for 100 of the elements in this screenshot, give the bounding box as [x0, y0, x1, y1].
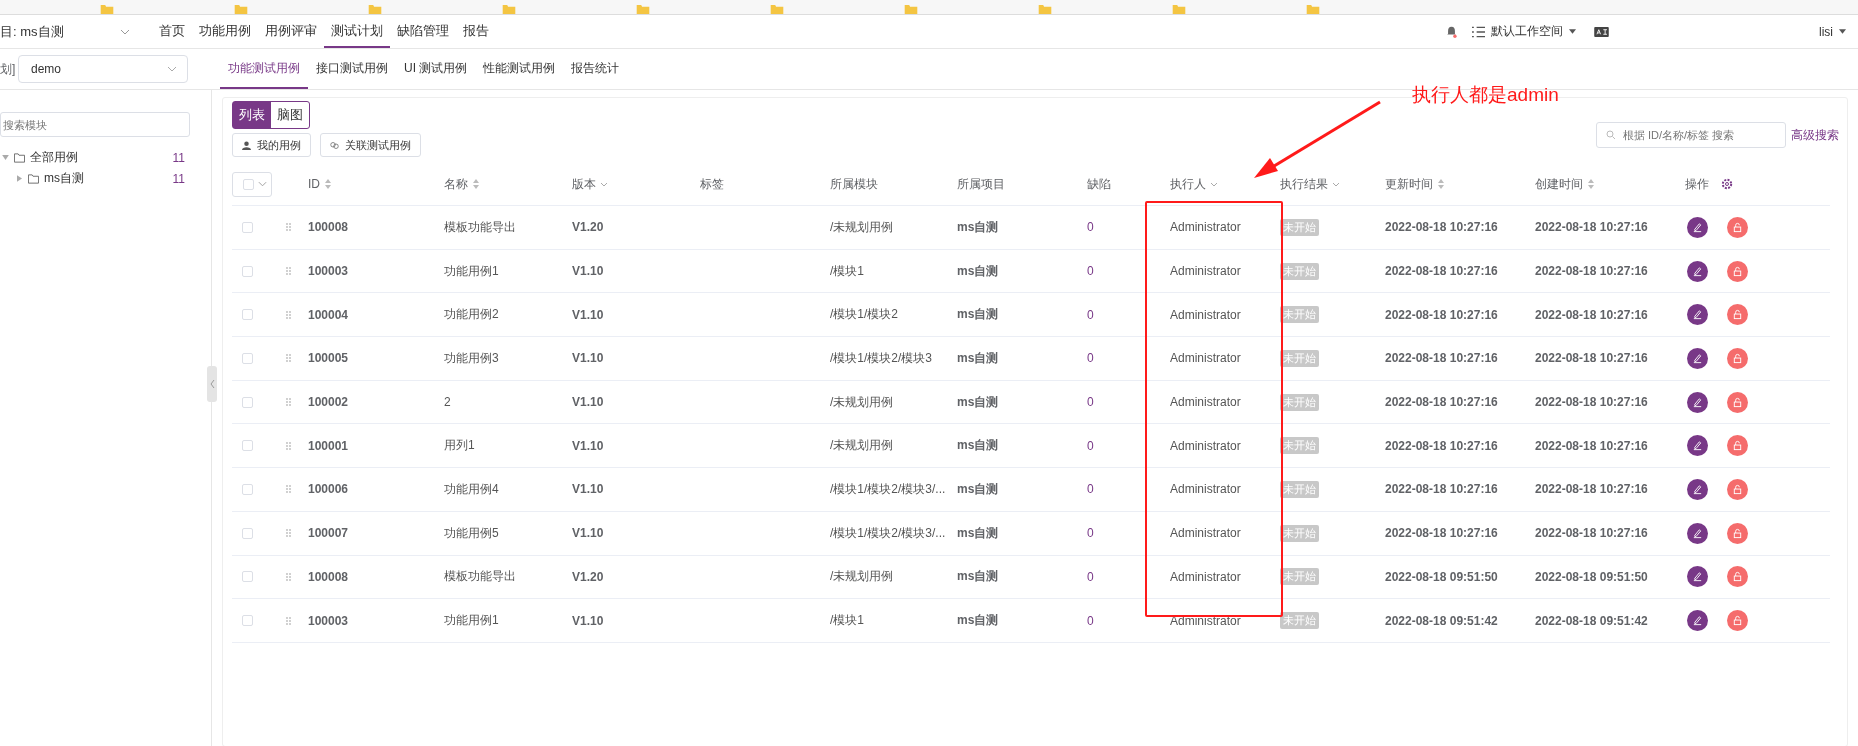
select-all-dropdown[interactable] [232, 171, 272, 197]
folder-icon[interactable] [770, 5, 784, 14]
caret-icon[interactable] [2, 155, 9, 160]
edit-button[interactable] [1687, 304, 1708, 326]
row-checkbox[interactable] [242, 309, 253, 321]
folder-icon[interactable] [234, 5, 248, 14]
toolbar-button[interactable]: 我的用例 [232, 133, 311, 157]
caret-icon[interactable] [258, 181, 267, 187]
unlock-button[interactable] [1727, 610, 1748, 632]
drag-handle-icon[interactable] [286, 572, 291, 581]
sub-tab[interactable]: 报告统计 [563, 49, 628, 89]
tree-item[interactable]: ms自测 11 [0, 168, 211, 189]
column-header[interactable]: 所属模块 [830, 175, 878, 193]
row-checkbox[interactable] [242, 221, 253, 233]
column-header[interactable]: 标签 [700, 175, 724, 193]
drag-handle-icon[interactable] [286, 267, 291, 276]
caret-icon[interactable] [17, 175, 22, 182]
unlock-button[interactable] [1727, 522, 1748, 544]
edit-button[interactable] [1687, 566, 1708, 588]
search-field[interactable]: 根据 ID/名称/标签 搜索 [1596, 122, 1786, 148]
sort-icon[interactable] [324, 179, 332, 189]
edit-button[interactable] [1687, 391, 1708, 413]
nav-tab[interactable]: 功能用例 [192, 15, 258, 48]
row-checkbox[interactable] [242, 483, 253, 495]
unlock-button[interactable] [1727, 566, 1748, 588]
collapse-handle[interactable] [207, 366, 217, 402]
checkbox[interactable] [243, 178, 254, 190]
drag-handle-icon[interactable] [286, 616, 291, 625]
column-header[interactable]: 执行人 [1170, 175, 1206, 193]
row-checkbox[interactable] [242, 265, 253, 277]
edit-button[interactable] [1687, 347, 1708, 369]
bell-icon[interactable] [1445, 25, 1458, 38]
column-header[interactable]: 创建时间 [1535, 175, 1583, 193]
version-select[interactable]: demo [18, 55, 188, 83]
row-checkbox[interactable] [242, 440, 253, 452]
column-header[interactable]: 执行结果 [1280, 175, 1328, 193]
sub-tab[interactable]: 接口测试用例 [308, 49, 396, 89]
folder-icon[interactable] [502, 5, 516, 14]
column-header[interactable]: 版本 [572, 175, 596, 193]
caret-icon[interactable] [1210, 181, 1218, 187]
folder-icon[interactable] [368, 5, 382, 14]
unlock-button[interactable] [1727, 216, 1748, 238]
edit-button[interactable] [1687, 216, 1708, 238]
folder-icon[interactable] [1038, 5, 1052, 14]
edit-button[interactable] [1687, 610, 1708, 632]
drag-handle-icon[interactable] [286, 310, 291, 319]
unlock-button[interactable] [1727, 391, 1748, 413]
column-header[interactable]: 更新时间 [1385, 175, 1433, 193]
drag-handle-icon[interactable] [286, 354, 291, 363]
drag-handle-icon[interactable] [286, 529, 291, 538]
caret-icon[interactable] [600, 181, 608, 187]
sort-icon[interactable] [472, 179, 480, 189]
user-menu[interactable]: lisi [1819, 24, 1833, 39]
edit-button[interactable] [1687, 522, 1708, 544]
row-checkbox[interactable] [242, 396, 253, 408]
module-search-field[interactable]: 搜索模块 [0, 112, 190, 137]
folder-icon[interactable] [100, 5, 114, 14]
tree-item[interactable]: 全部用例 11 [0, 147, 211, 168]
list-icon[interactable] [1472, 25, 1485, 38]
column-header[interactable]: 缺陷 [1087, 175, 1111, 193]
unlock-button[interactable] [1727, 347, 1748, 369]
nav-tab[interactable]: 测试计划 [324, 15, 390, 48]
unlock-button[interactable] [1727, 260, 1748, 282]
column-header[interactable]: 所属项目 [957, 175, 1005, 193]
nav-tab[interactable]: 报告 [456, 15, 496, 48]
folder-icon[interactable] [1306, 5, 1320, 14]
folder-icon[interactable] [904, 5, 918, 14]
sub-tab[interactable]: 功能测试用例 [220, 49, 308, 89]
folder-icon[interactable] [1172, 5, 1186, 14]
row-checkbox[interactable] [242, 527, 253, 539]
drag-handle-icon[interactable] [286, 441, 291, 450]
edit-button[interactable] [1687, 478, 1708, 500]
caret-icon[interactable] [1332, 181, 1340, 187]
workspace-selector[interactable]: 默认工作空间 [1491, 23, 1563, 40]
row-checkbox[interactable] [242, 615, 253, 627]
row-checkbox[interactable] [242, 571, 253, 583]
unlock-button[interactable] [1727, 435, 1748, 457]
project-selector[interactable]: 目: ms自测 [0, 22, 120, 41]
unlock-button[interactable] [1727, 478, 1748, 500]
nav-tab[interactable]: 缺陷管理 [390, 15, 456, 48]
settings-icon[interactable] [1721, 178, 1733, 190]
sub-tab[interactable]: UI 测试用例 [396, 49, 476, 89]
row-checkbox[interactable] [242, 352, 253, 364]
toolbar-button[interactable]: 关联测试用例 [320, 133, 421, 157]
nav-tab[interactable]: 用例评审 [258, 15, 324, 48]
column-header[interactable]: 名称 [444, 175, 468, 193]
column-header[interactable]: 操作 [1685, 175, 1709, 193]
sort-icon[interactable] [1587, 179, 1595, 189]
drag-handle-icon[interactable] [286, 398, 291, 407]
folder-icon[interactable] [636, 5, 650, 14]
edit-button[interactable] [1687, 435, 1708, 457]
column-header[interactable]: ID [308, 177, 320, 191]
drag-handle-icon[interactable] [286, 223, 291, 232]
drag-handle-icon[interactable] [286, 485, 291, 494]
view-toggle[interactable]: 脑图 [271, 102, 309, 128]
nav-tab[interactable]: 首页 [152, 15, 192, 48]
sort-icon[interactable] [1437, 179, 1445, 189]
unlock-button[interactable] [1727, 304, 1748, 326]
language-icon[interactable] [1594, 26, 1609, 37]
edit-button[interactable] [1687, 260, 1708, 282]
